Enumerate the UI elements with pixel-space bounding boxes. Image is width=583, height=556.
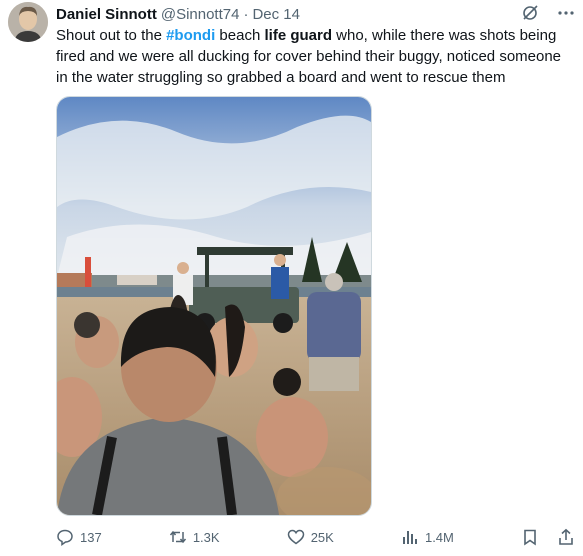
hashtag-link[interactable]: #bondi bbox=[166, 27, 215, 44]
like-button[interactable]: 25K bbox=[287, 528, 334, 546]
repost-count: 1.3K bbox=[192, 529, 220, 545]
more-icon[interactable] bbox=[557, 4, 575, 27]
tweet-bold-text: life guard bbox=[264, 27, 332, 44]
tweet-header: Daniel Sinnott @Sinnott74 · Dec 14 bbox=[56, 4, 523, 24]
post-date[interactable]: Dec 14 bbox=[252, 6, 300, 23]
bookmark-icon[interactable] bbox=[521, 528, 539, 546]
tweet-text: Shout out to the #bondi beach life guard… bbox=[56, 25, 576, 88]
action-bar-right bbox=[521, 528, 575, 546]
grok-icon[interactable] bbox=[521, 4, 539, 27]
views-count: 1.4M bbox=[424, 529, 454, 545]
views-button[interactable]: 1.4M bbox=[401, 528, 454, 546]
header-actions bbox=[521, 4, 575, 27]
like-count: 25K bbox=[310, 529, 334, 545]
repost-button[interactable]: 1.3K bbox=[169, 528, 220, 546]
tweet-text-part: beach bbox=[215, 27, 265, 44]
share-icon[interactable] bbox=[557, 528, 575, 546]
reply-icon bbox=[57, 529, 73, 546]
reply-count: 137 bbox=[80, 529, 102, 545]
views-icon bbox=[402, 531, 417, 544]
tweet-text-part: Shout out to the bbox=[56, 27, 167, 44]
author-name[interactable]: Daniel Sinnott bbox=[56, 6, 157, 23]
action-bar: 137 1.3K 25K 1.4M bbox=[56, 526, 575, 548]
repost-icon bbox=[169, 530, 186, 544]
like-icon bbox=[287, 529, 304, 545]
author-handle[interactable]: @Sinnott74 bbox=[161, 6, 240, 23]
avatar[interactable] bbox=[8, 2, 48, 42]
reply-button[interactable]: 137 bbox=[56, 528, 102, 546]
separator: · bbox=[243, 5, 249, 23]
tweet-photo[interactable] bbox=[56, 96, 372, 516]
